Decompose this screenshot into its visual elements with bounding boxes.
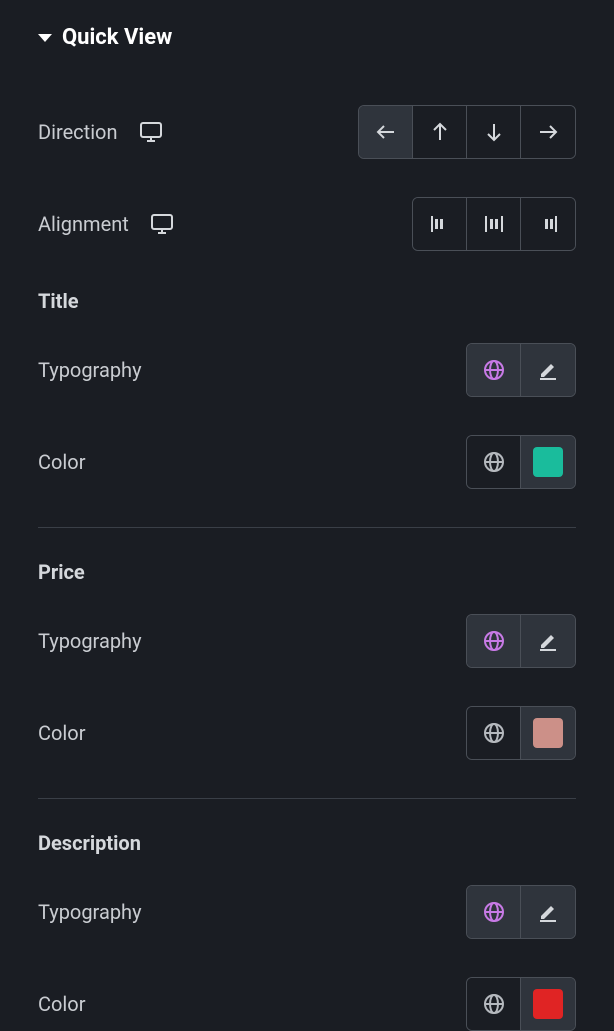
price-typography-controls — [466, 614, 576, 668]
desktop-icon[interactable] — [151, 214, 173, 234]
pencil-icon — [537, 630, 559, 652]
description-typography-row: Typography — [38, 885, 576, 939]
price-color-controls — [466, 706, 576, 760]
description-typography-controls — [466, 885, 576, 939]
alignment-row: Alignment — [38, 197, 576, 251]
direction-down-button[interactable] — [467, 106, 521, 158]
caret-down-icon — [38, 34, 52, 42]
color-swatch — [533, 447, 563, 477]
divider — [38, 798, 576, 799]
align-center-icon — [483, 213, 505, 235]
arrow-up-icon — [429, 121, 451, 143]
title-typography-controls — [466, 343, 576, 397]
price-color-label: Color — [38, 721, 85, 745]
title-color-controls — [466, 435, 576, 489]
description-typography-edit-button[interactable] — [521, 886, 575, 938]
alignment-button-group — [412, 197, 576, 251]
title-typography-edit-button[interactable] — [521, 344, 575, 396]
description-color-row: Color — [38, 977, 576, 1031]
title-color-swatch-button[interactable] — [521, 436, 575, 488]
title-heading: Title — [38, 289, 576, 313]
price-typography-row: Typography — [38, 614, 576, 668]
globe-icon — [483, 993, 505, 1015]
align-end-button[interactable] — [521, 198, 575, 250]
direction-row: Direction — [38, 105, 576, 159]
title-color-label: Color — [38, 450, 85, 474]
arrow-down-icon — [483, 121, 505, 143]
direction-button-group — [358, 105, 576, 159]
pencil-icon — [537, 901, 559, 923]
direction-up-button[interactable] — [413, 106, 467, 158]
arrow-left-icon — [375, 121, 397, 143]
description-typography-label: Typography — [38, 900, 142, 924]
direction-right-button[interactable] — [521, 106, 575, 158]
desktop-icon[interactable] — [140, 122, 162, 142]
description-color-label: Color — [38, 992, 85, 1016]
price-color-row: Color — [38, 706, 576, 760]
section-title: Quick View — [62, 25, 172, 50]
direction-label: Direction — [38, 120, 118, 144]
direction-left-button[interactable] — [359, 106, 413, 158]
alignment-label: Alignment — [38, 212, 129, 236]
price-typography-edit-button[interactable] — [521, 615, 575, 667]
price-heading: Price — [38, 560, 576, 584]
alignment-label-group: Alignment — [38, 212, 173, 236]
quick-view-header[interactable]: Quick View — [38, 25, 576, 50]
direction-label-group: Direction — [38, 120, 162, 144]
align-end-icon — [537, 213, 559, 235]
globe-icon — [483, 901, 505, 923]
price-color-globe-button[interactable] — [467, 707, 521, 759]
arrow-right-icon — [537, 121, 559, 143]
title-color-row: Color — [38, 435, 576, 489]
price-color-swatch-button[interactable] — [521, 707, 575, 759]
globe-icon — [483, 451, 505, 473]
description-heading: Description — [38, 831, 576, 855]
description-color-controls — [466, 977, 576, 1031]
price-typography-globe-button[interactable] — [467, 615, 521, 667]
title-typography-globe-button[interactable] — [467, 344, 521, 396]
pencil-icon — [537, 359, 559, 381]
globe-icon — [483, 722, 505, 744]
globe-icon — [483, 359, 505, 381]
align-start-button[interactable] — [413, 198, 467, 250]
description-color-globe-button[interactable] — [467, 978, 521, 1030]
title-typography-row: Typography — [38, 343, 576, 397]
globe-icon — [483, 630, 505, 652]
description-color-swatch-button[interactable] — [521, 978, 575, 1030]
align-start-icon — [429, 213, 451, 235]
divider — [38, 527, 576, 528]
title-typography-label: Typography — [38, 358, 142, 382]
color-swatch — [533, 718, 563, 748]
color-swatch — [533, 989, 563, 1019]
title-color-globe-button[interactable] — [467, 436, 521, 488]
price-typography-label: Typography — [38, 629, 142, 653]
description-typography-globe-button[interactable] — [467, 886, 521, 938]
align-center-button[interactable] — [467, 198, 521, 250]
